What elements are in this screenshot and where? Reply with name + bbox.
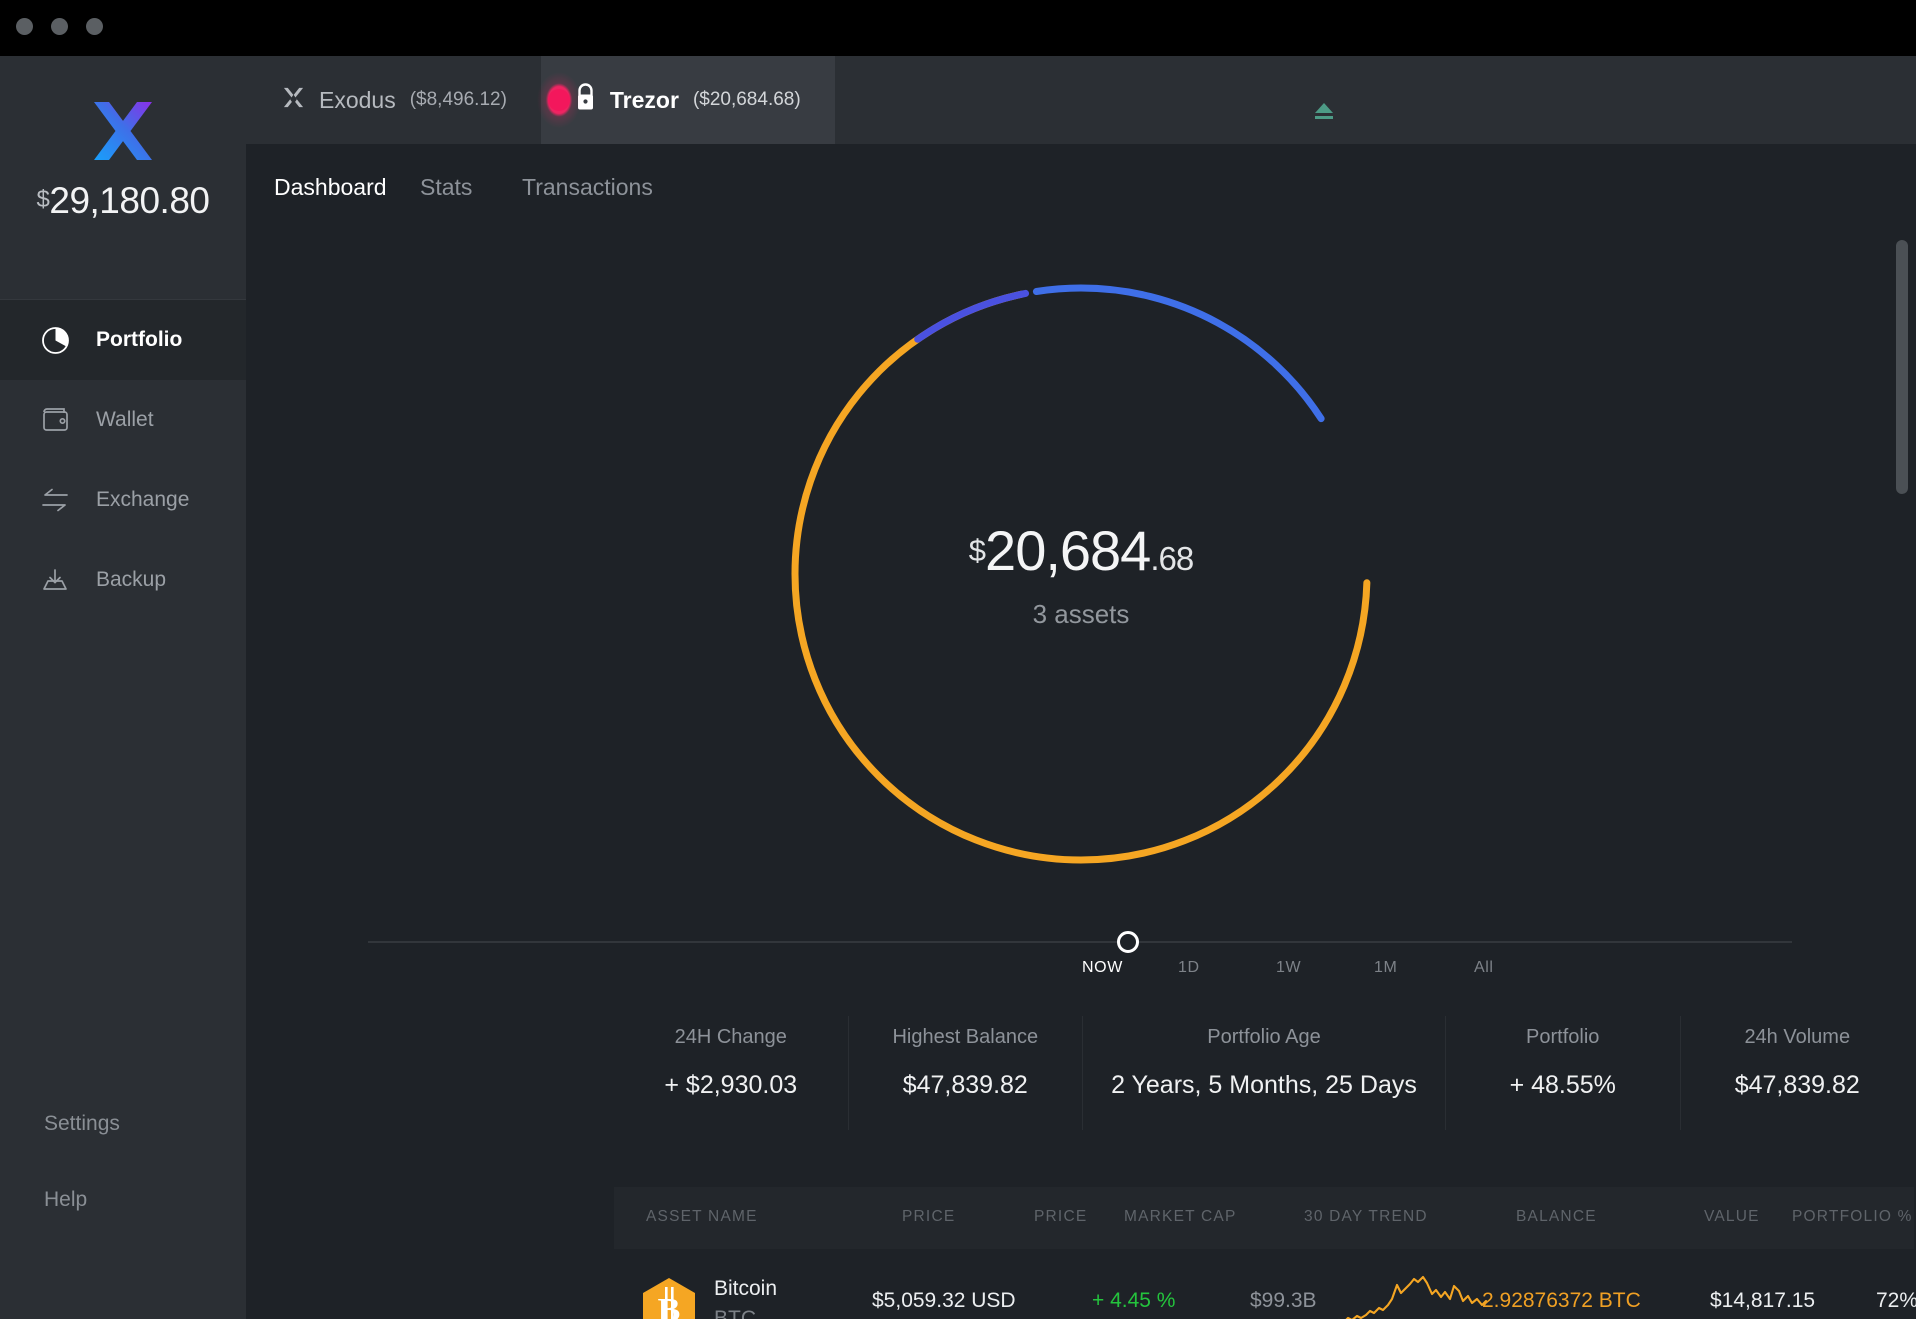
column-portfolio-pct[interactable]: PORTFOLIO % — [1792, 1208, 1913, 1226]
tab-transactions[interactable]: Transactions — [522, 174, 653, 201]
stat-24h-change: 24H Change + $2,930.03 — [614, 1016, 849, 1130]
timeline-option-1w[interactable]: 1W — [1276, 959, 1301, 977]
sidebar: $29,180.80 Portfolio Wallet Exchange Bac… — [0, 56, 246, 1319]
asset-portfolio-pct: 72% — [1876, 1289, 1916, 1312]
portfolio-value: $20,684.68 — [781, 518, 1381, 583]
timeline-selector: NOW 1D 1W 1M All — [246, 912, 1916, 988]
stat-label: 24h Volume — [1744, 1026, 1851, 1048]
stat-value: + 48.55% — [1509, 1071, 1616, 1099]
tab-dashboard[interactable]: Dashboard — [274, 174, 387, 201]
stat-value: $47,839.82 — [902, 1071, 1028, 1099]
wallet-icon — [40, 405, 70, 435]
asset-count-label: 3 assets — [1032, 599, 1130, 629]
asset-change: + 4.45 % — [1092, 1289, 1176, 1312]
currency-symbol: $ — [36, 186, 50, 213]
asset-table-header: ASSET NAME PRICE PRICE MARKET CAP 30 DAY… — [614, 1187, 1914, 1249]
stat-portfolio: Portfolio + 48.55% — [1446, 1016, 1681, 1130]
sidebar-nav: Portfolio Wallet Exchange Backup — [0, 300, 246, 620]
exchange-arrows-icon — [40, 485, 70, 515]
stat-label: Highest Balance — [892, 1026, 1039, 1048]
maximize-button[interactable] — [86, 18, 103, 35]
asset-balance: 2.92876372 BTC — [1482, 1289, 1641, 1312]
currency-symbol: $ — [968, 533, 986, 568]
status-dot — [536, 72, 581, 128]
timeline-option-now[interactable]: NOW — [1082, 959, 1123, 977]
wallet-tab-label: Exodus — [319, 86, 396, 113]
minimize-button[interactable] — [51, 18, 68, 35]
stat-24h-volume: 24h Volume $47,839.82 — [1681, 1016, 1915, 1130]
stats-row: 24H Change + $2,930.03 Highest Balance $… — [614, 1016, 1914, 1130]
column-30-day-trend[interactable]: 30 DAY TREND — [1304, 1208, 1428, 1226]
exodus-x-logo-icon — [89, 98, 157, 166]
page-tab-bar: Dashboard Stats Transactions — [246, 144, 1916, 238]
wallet-tab-amount: ($8,496.12) — [409, 89, 507, 110]
sidebar-bottom-nav: Settings Help — [0, 1086, 246, 1238]
wallet-tab-exodus[interactable]: Exodus ($8,496.12) — [246, 56, 541, 144]
column-price-change[interactable]: PRICE — [1034, 1208, 1087, 1226]
sidebar-item-backup[interactable]: Backup — [0, 540, 246, 620]
wallet-tab-bar: Exodus ($8,496.12) Trezor ($20,684.68) — [246, 56, 1916, 144]
asset-value: $14,817.15 — [1710, 1289, 1816, 1312]
stat-highest-balance: Highest Balance $47,839.82 — [849, 1016, 1084, 1130]
tab-stats[interactable]: Stats — [420, 174, 472, 201]
svg-text:B: B — [658, 1292, 681, 1319]
sidebar-item-label: Exchange — [96, 488, 190, 511]
window-controls — [16, 18, 103, 35]
value-cents: .68 — [1150, 540, 1194, 577]
timeline-option-1d[interactable]: 1D — [1178, 959, 1200, 977]
sparkline-30-day-icon — [1304, 1275, 1490, 1319]
timeline-option-all[interactable]: All — [1474, 959, 1494, 977]
column-asset-name[interactable]: ASSET NAME — [646, 1208, 758, 1226]
sidebar-item-exchange[interactable]: Exchange — [0, 460, 246, 540]
wallet-tab-amount: ($20,684.68) — [692, 89, 801, 110]
value-whole: 20,684 — [985, 519, 1151, 582]
table-row[interactable]: B Bitcoin BTC $5,059.32 USD + 4.45 % $99… — [614, 1261, 1916, 1319]
vertical-scrollbar[interactable] — [1896, 240, 1908, 494]
sidebar-item-label: Portfolio — [96, 328, 183, 351]
column-value[interactable]: VALUE — [1704, 1208, 1760, 1226]
timeline-option-1m[interactable]: 1M — [1374, 959, 1397, 977]
asset-name: Bitcoin — [714, 1277, 778, 1300]
column-balance[interactable]: BALANCE — [1516, 1208, 1597, 1226]
portfolio-donut-chart: $20,684.68 3 assets — [246, 238, 1916, 910]
backup-download-icon — [40, 565, 70, 595]
stat-label: Portfolio — [1526, 1026, 1600, 1048]
donut-center-text: $20,684.68 3 assets — [781, 518, 1381, 630]
column-price[interactable]: PRICE — [902, 1208, 955, 1226]
sidebar-item-label: Settings — [44, 1112, 120, 1135]
stat-value: + $2,930.03 — [664, 1071, 798, 1099]
sidebar-brand: $29,180.80 — [0, 56, 246, 335]
stat-value: $47,839.82 — [1734, 1071, 1860, 1099]
stat-label: Portfolio Age — [1207, 1026, 1321, 1048]
wallet-tab-label: Trezor — [609, 86, 679, 113]
sidebar-item-portfolio[interactable]: Portfolio — [0, 300, 246, 380]
sidebar-total-balance: $29,180.80 — [0, 180, 246, 222]
eject-icon[interactable] — [1311, 100, 1337, 127]
sidebar-item-label: Wallet — [96, 408, 154, 431]
timeline-knob[interactable] — [1117, 931, 1139, 953]
asset-price: $5,059.32 USD — [872, 1289, 1016, 1312]
exodus-x-icon — [282, 86, 305, 115]
sidebar-item-settings[interactable]: Settings — [0, 1086, 246, 1162]
wallet-tab-trezor[interactable]: Trezor ($20,684.68) — [536, 56, 835, 144]
timeline-track[interactable] — [368, 941, 1792, 943]
pie-chart-icon — [40, 325, 70, 355]
sidebar-item-label: Help — [44, 1188, 88, 1211]
asset-symbol: BTC — [714, 1307, 756, 1319]
sidebar-item-wallet[interactable]: Wallet — [0, 380, 246, 460]
sidebar-item-help[interactable]: Help — [0, 1162, 246, 1238]
balance-amount: 29,180.80 — [49, 180, 210, 221]
stat-value: 2 Years, 5 Months, 25 Days — [1111, 1071, 1417, 1099]
stat-portfolio-age: Portfolio Age 2 Years, 5 Months, 25 Days — [1083, 1016, 1446, 1130]
app-window: $29,180.80 Portfolio Wallet Exchange Bac… — [0, 0, 1916, 1319]
sidebar-item-label: Backup — [96, 568, 167, 591]
stat-label: 24H Change — [674, 1026, 787, 1048]
title-bar — [0, 0, 1916, 56]
bitcoin-icon: B — [641, 1277, 697, 1319]
main-content: Exodus ($8,496.12) Trezor ($20,684.68) D… — [246, 56, 1916, 1319]
close-button[interactable] — [16, 18, 33, 35]
column-market-cap[interactable]: MARKET CAP — [1124, 1208, 1237, 1226]
